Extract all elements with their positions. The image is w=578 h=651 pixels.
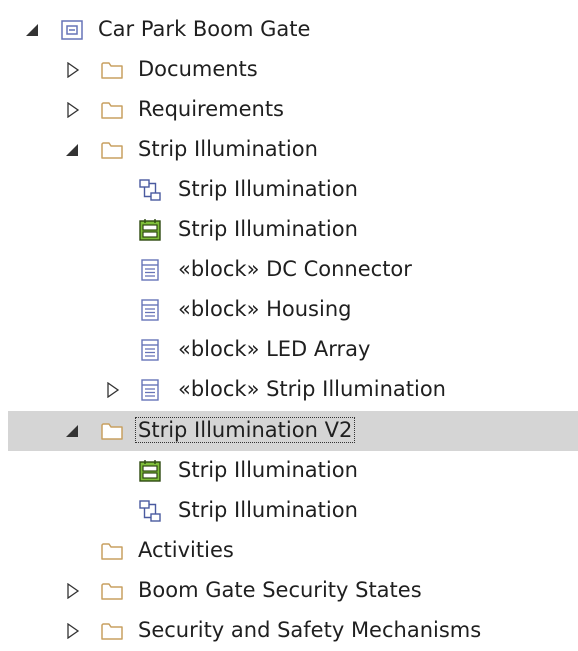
tree-item-security-and-safety-mechanisms[interactable]: Security and Safety Mechanisms [0, 611, 578, 651]
block-definition-diagram-icon [138, 178, 162, 202]
tree-item-v2-strip-illumination-ibd[interactable]: Strip Illumination [0, 451, 578, 491]
collapsed-triangle-icon[interactable] [66, 623, 80, 639]
internal-block-diagram-icon [138, 459, 162, 483]
tree-item-label: Boom Gate Security States [138, 578, 422, 602]
tree-item-block-led-array[interactable]: «block» LED Array [0, 330, 578, 370]
tree-item-boom-gate-security-states[interactable]: Boom Gate Security States [0, 571, 578, 611]
folder-icon [100, 579, 124, 603]
expanded-triangle-icon[interactable] [66, 142, 80, 158]
block-icon [138, 338, 162, 362]
tree-item-strip-illumination-v2-package[interactable]: Strip Illumination V2 [8, 411, 578, 451]
tree-item-label: Strip Illumination [178, 498, 358, 522]
collapsed-triangle-icon[interactable] [66, 62, 80, 78]
block-icon [138, 378, 162, 402]
internal-block-diagram-icon [138, 218, 162, 242]
tree-item-label: «block» LED Array [178, 337, 371, 361]
block-definition-diagram-icon [138, 499, 162, 523]
tree-item-label: Requirements [138, 97, 284, 121]
expanded-triangle-icon[interactable] [26, 22, 40, 38]
tree-item-label: «block» DC Connector [178, 257, 412, 281]
collapsed-triangle-icon[interactable] [66, 583, 80, 599]
tree-item-label: Documents [138, 57, 258, 81]
tree-item-label: Activities [138, 538, 234, 562]
folder-icon [100, 419, 124, 443]
tree-item-activities[interactable]: Activities [0, 531, 578, 571]
block-icon [138, 298, 162, 322]
tree-item-requirements[interactable]: Requirements [0, 90, 578, 130]
tree-item-label: «block» Housing [178, 297, 352, 321]
folder-icon [100, 619, 124, 643]
tree-item-label: Strip Illumination [178, 217, 358, 241]
tree-item-car-park-boom-gate[interactable]: Car Park Boom Gate [0, 10, 578, 50]
tree-item-strip-illumination-diagram[interactable]: Strip Illumination [0, 170, 578, 210]
tree-item-label: Strip Illumination V2 [134, 417, 356, 443]
folder-icon [100, 98, 124, 122]
tree-item-v2-strip-illumination-diagram[interactable]: Strip Illumination [0, 491, 578, 531]
collapsed-triangle-icon[interactable] [66, 102, 80, 118]
folder-icon [100, 138, 124, 162]
package-icon [60, 18, 84, 42]
tree-item-documents[interactable]: Documents [0, 50, 578, 90]
folder-icon [100, 539, 124, 563]
tree-item-label: Strip Illumination [138, 137, 318, 161]
tree-item-block-strip-illumination[interactable]: «block» Strip Illumination [0, 370, 578, 410]
tree-item-label: Car Park Boom Gate [98, 17, 311, 41]
tree-item-block-dc-connector[interactable]: «block» DC Connector [0, 250, 578, 290]
collapsed-triangle-icon[interactable] [106, 382, 120, 398]
tree-item-block-housing[interactable]: «block» Housing [0, 290, 578, 330]
expanded-triangle-icon[interactable] [66, 423, 80, 439]
tree-item-label: Security and Safety Mechanisms [138, 618, 482, 642]
tree-item-strip-illumination-ibd[interactable]: Strip Illumination [0, 210, 578, 250]
project-browser-tree: Car Park Boom Gate Documents Requirement… [0, 0, 578, 643]
tree-item-label: «block» Strip Illumination [178, 377, 446, 401]
folder-icon [100, 58, 124, 82]
tree-item-label: Strip Illumination [178, 177, 358, 201]
tree-item-label: Strip Illumination [178, 458, 358, 482]
block-icon [138, 258, 162, 282]
tree-item-strip-illumination-package[interactable]: Strip Illumination [0, 130, 578, 170]
